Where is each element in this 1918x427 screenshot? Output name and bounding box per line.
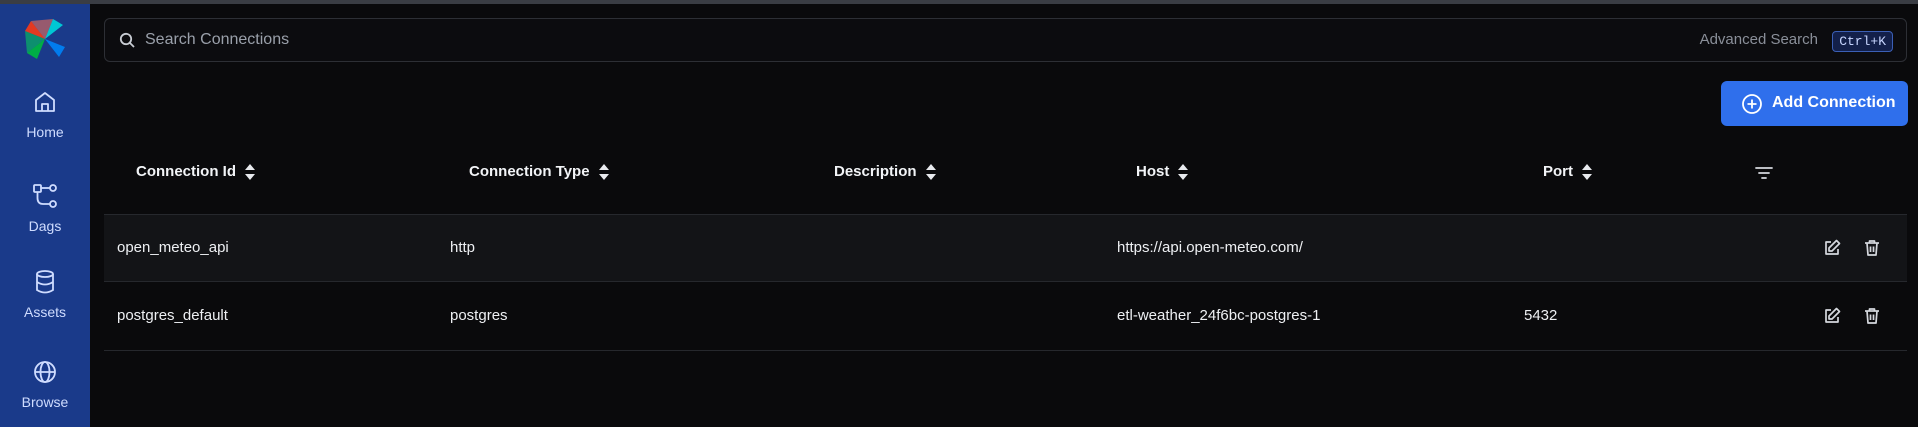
sidebar-item-assets[interactable]: Assets xyxy=(0,268,90,338)
column-header-description[interactable]: Description xyxy=(834,163,937,185)
column-header-label: Description xyxy=(834,163,917,180)
sort-icon xyxy=(925,164,936,181)
edit-icon[interactable] xyxy=(1822,306,1842,326)
cell-connection-id: postgres_default xyxy=(117,307,228,324)
sidebar: Home Dags Assets Browse xyxy=(0,4,90,427)
table-row[interactable]: postgres_default postgres etl-weather_24… xyxy=(104,283,1907,351)
delete-icon[interactable] xyxy=(1862,238,1882,258)
add-connection-button[interactable]: Add Connection xyxy=(1721,81,1908,126)
delete-icon[interactable] xyxy=(1862,306,1882,326)
column-header-connection-id[interactable]: Connection Id xyxy=(136,163,256,185)
sort-icon xyxy=(1582,164,1592,181)
sidebar-item-label: Browse xyxy=(21,394,69,410)
advanced-search-link[interactable]: Advanced Search xyxy=(1700,31,1818,48)
add-connection-label: Add Connection xyxy=(1772,94,1896,111)
home-icon xyxy=(35,92,55,112)
column-header-host[interactable]: Host xyxy=(1136,163,1189,185)
column-header-connection-type[interactable]: Connection Type xyxy=(469,163,610,185)
window-top-border xyxy=(0,0,1918,4)
cell-connection-type: postgres xyxy=(450,307,508,324)
column-header-port[interactable]: Port xyxy=(1543,163,1593,185)
search-icon xyxy=(119,32,135,48)
column-header-label: Port xyxy=(1543,163,1573,180)
shortcut-badge: Ctrl+K xyxy=(1832,31,1893,52)
sidebar-item-dags[interactable]: Dags xyxy=(0,182,90,252)
cell-host: https://api.open-meteo.com/ xyxy=(1117,239,1303,256)
sidebar-item-home[interactable]: Home xyxy=(0,88,90,158)
database-icon xyxy=(36,270,54,294)
sidebar-item-label: Assets xyxy=(23,304,66,320)
sort-icon xyxy=(1178,164,1189,181)
sidebar-item-label: Dags xyxy=(28,218,62,234)
table-row[interactable]: open_meteo_api http https://api.open-met… xyxy=(104,214,1907,282)
sidebar-item-label: Home xyxy=(26,124,64,140)
sidebar-item-browse[interactable]: Browse xyxy=(0,358,90,427)
column-header-label: Connection Type xyxy=(469,163,590,180)
column-header-label: Connection Id xyxy=(136,163,236,180)
dags-icon xyxy=(33,184,57,208)
cell-port: 5432 xyxy=(1524,307,1558,324)
cell-host: etl-weather_24f6bc-postgres-1 xyxy=(1117,307,1321,324)
filter-icon[interactable] xyxy=(1754,164,1774,182)
sort-icon xyxy=(598,164,609,181)
cell-connection-id: open_meteo_api xyxy=(117,239,229,256)
airflow-logo[interactable] xyxy=(23,17,67,61)
cell-connection-type: http xyxy=(450,239,476,256)
plus-circle-icon xyxy=(1742,94,1762,114)
column-header-label: Host xyxy=(1136,163,1170,180)
search-input[interactable] xyxy=(145,25,1345,55)
sort-icon xyxy=(245,164,255,181)
globe-icon xyxy=(34,361,56,383)
search-bar: Advanced Search Ctrl+K xyxy=(104,18,1907,62)
edit-icon[interactable] xyxy=(1822,238,1842,258)
